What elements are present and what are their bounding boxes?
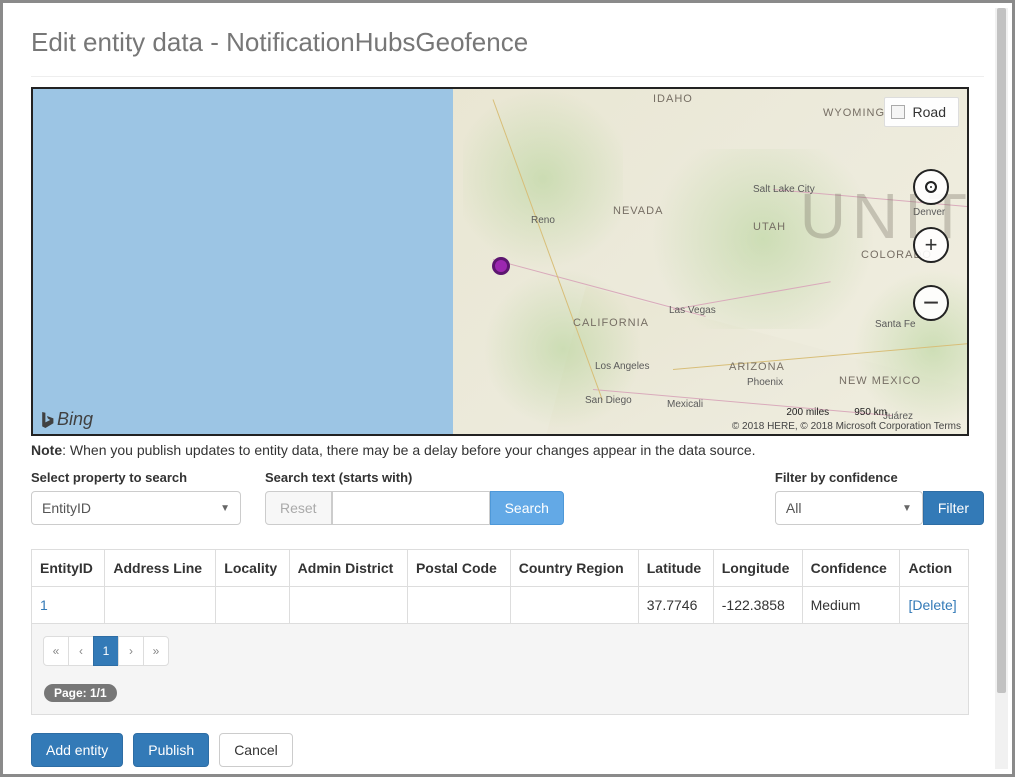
table-header-row: EntityID Address Line Locality Admin Dis…: [32, 550, 969, 587]
cancel-button[interactable]: Cancel: [219, 733, 293, 767]
filter-group: Filter by confidence All ▼ Filter: [775, 470, 984, 525]
data-table: EntityID Address Line Locality Admin Dis…: [31, 549, 969, 624]
cell-lat: 37.7746: [638, 587, 713, 624]
cell-admin: [289, 587, 407, 624]
search-row: Select property to search EntityID ▼ Sea…: [31, 470, 984, 525]
page-badge: Page: 1/1: [44, 684, 117, 702]
table-row: 1 37.7746 -122.3858 Medium [Delete]: [32, 587, 969, 624]
col-country[interactable]: Country Region: [510, 550, 638, 587]
pager-area: « ‹ 1 › » Page: 1/1: [31, 624, 969, 715]
pager-page[interactable]: 1: [93, 636, 119, 666]
cell-address: [105, 587, 216, 624]
locate-icon: [925, 181, 937, 193]
cell-locality: [216, 587, 289, 624]
zoom-out-button[interactable]: −: [913, 285, 949, 321]
pager-next[interactable]: ›: [118, 636, 144, 666]
property-select-label: Select property to search: [31, 470, 241, 485]
filter-select[interactable]: All ▼: [775, 491, 923, 525]
cell-country: [510, 587, 638, 624]
col-locality[interactable]: Locality: [216, 550, 289, 587]
map-side-controls: + −: [913, 169, 949, 321]
map-pin[interactable]: [492, 257, 510, 275]
pager-prev[interactable]: ‹: [68, 636, 94, 666]
chevron-down-icon: ▼: [220, 503, 230, 514]
dialog-window: Edit entity data - NotificationHubsGeofe…: [0, 0, 1015, 777]
cell-lon: -122.3858: [713, 587, 802, 624]
search-text-label: Search text (starts with): [265, 470, 564, 485]
search-input[interactable]: [332, 491, 490, 525]
zoom-in-button[interactable]: +: [913, 227, 949, 263]
delete-link[interactable]: [Delete]: [908, 597, 956, 613]
map-scalebar: 200 miles 950 km: [786, 407, 887, 418]
map-type-label: Road: [913, 104, 946, 120]
plus-icon: +: [925, 232, 938, 258]
entity-id-link[interactable]: 1: [40, 597, 48, 613]
note-text: Note: When you publish updates to entity…: [31, 442, 984, 458]
property-select-value: EntityID: [42, 500, 91, 516]
search-button[interactable]: Search: [490, 491, 564, 525]
bing-icon: [39, 410, 55, 430]
property-select[interactable]: EntityID ▼: [31, 491, 241, 525]
vertical-scrollbar[interactable]: [995, 8, 1008, 769]
map-type-icon: [891, 105, 905, 119]
add-entity-button[interactable]: Add entity: [31, 733, 123, 767]
search-text-group: Search text (starts with) Reset Search: [265, 470, 564, 525]
col-lon[interactable]: Longitude: [713, 550, 802, 587]
page-title: Edit entity data - NotificationHubsGeofe…: [31, 27, 984, 58]
pager-last[interactable]: »: [143, 636, 169, 666]
map-copyright: © 2018 HERE, © 2018 Microsoft Corporatio…: [732, 421, 961, 432]
locate-button[interactable]: [913, 169, 949, 205]
pager: « ‹ 1 › »: [44, 636, 169, 666]
reset-button[interactable]: Reset: [265, 491, 332, 525]
publish-button[interactable]: Publish: [133, 733, 209, 767]
bing-logo: Bing: [39, 409, 93, 430]
col-conf[interactable]: Confidence: [802, 550, 900, 587]
pager-first[interactable]: «: [43, 636, 69, 666]
chevron-down-icon: ▼: [902, 503, 912, 514]
col-lat[interactable]: Latitude: [638, 550, 713, 587]
col-entityid[interactable]: EntityID: [32, 550, 105, 587]
col-postal[interactable]: Postal Code: [407, 550, 510, 587]
filter-label: Filter by confidence: [775, 470, 984, 485]
col-address[interactable]: Address Line: [105, 550, 216, 587]
map-type-selector[interactable]: Road: [884, 97, 959, 127]
divider: [31, 76, 984, 77]
map[interactable]: IDAHO WYOMING Salt Lake City Reno NEVADA…: [31, 87, 969, 436]
col-action[interactable]: Action: [900, 550, 969, 587]
scrollbar-thumb[interactable]: [997, 8, 1006, 693]
col-admin[interactable]: Admin District: [289, 550, 407, 587]
cell-conf: Medium: [802, 587, 900, 624]
actions-row: Add entity Publish Cancel: [31, 733, 984, 767]
cell-postal: [407, 587, 510, 624]
property-select-group: Select property to search EntityID ▼: [31, 470, 241, 525]
filter-button[interactable]: Filter: [923, 491, 984, 525]
filter-select-value: All: [786, 500, 802, 516]
